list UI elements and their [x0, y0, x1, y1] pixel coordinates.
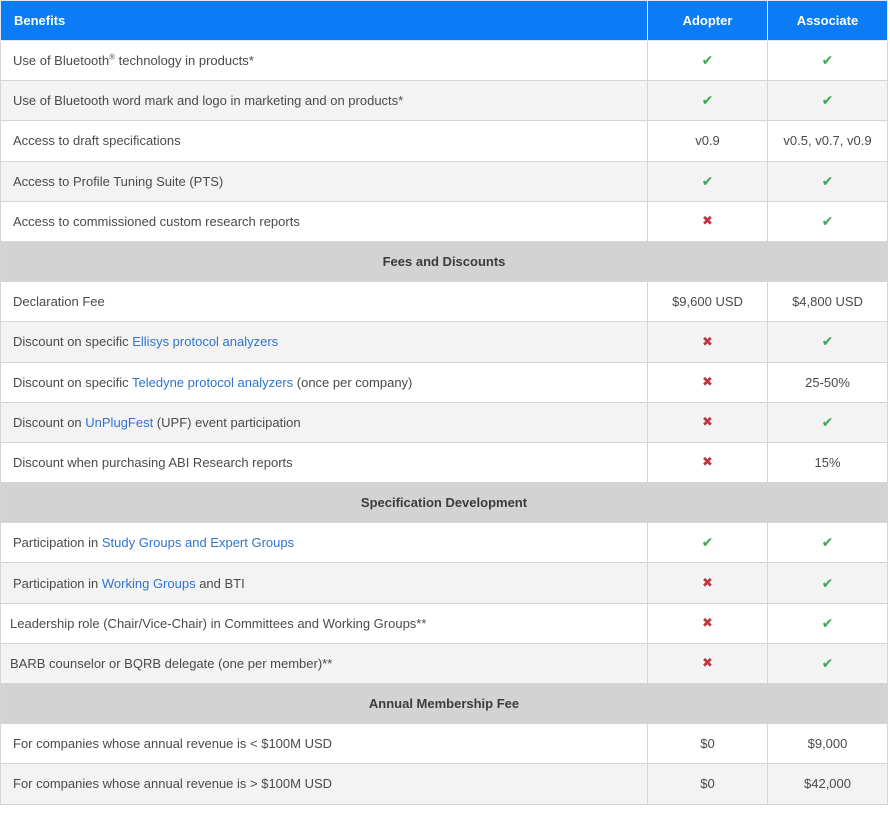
section-header-spec-development: Specification Development: [0, 482, 888, 524]
cross-icon: ✖: [702, 374, 713, 390]
table-row-pts: Access to Profile Tuning Suite (PTS) ✔ ✔: [0, 160, 888, 202]
table-row-revenue-over: For companies whose annual revenue is > …: [0, 763, 888, 805]
table-row-ellisys-discount: Discount on specific Ellisys protocol an…: [0, 321, 888, 363]
cross-icon: ✖: [702, 575, 713, 591]
section-header-fees: Fees and Discounts: [0, 240, 888, 283]
adopter-value: v0.9: [647, 120, 768, 162]
membership-benefits-table: Benefits Adopter Associate Use of Blueto…: [0, 0, 888, 805]
row-label-text: Discount on specific: [13, 374, 132, 390]
adopter-value: $9,600 USD: [647, 281, 768, 323]
cross-icon: ✖: [702, 414, 713, 430]
table-row-leadership-role: Leadership role (Chair/Vice-Chair) in Co…: [0, 602, 888, 644]
row-label: Discount on specific Ellisys protocol an…: [0, 321, 648, 363]
row-label: Discount on UnPlugFest (UPF) event parti…: [0, 401, 648, 443]
row-label: Use of Bluetooth word mark and logo in m…: [0, 80, 648, 122]
header-associate: Associate: [767, 0, 888, 41]
associate-value: $9,000: [767, 723, 888, 765]
study-groups-link[interactable]: Study Groups and Expert Groups: [102, 535, 294, 550]
check-icon: ✔: [821, 172, 834, 189]
adopter-value: $0: [647, 763, 768, 805]
cross-icon: ✖: [702, 333, 713, 349]
table-row-bluetooth-technology: Use of Bluetooth® technology in products…: [0, 39, 888, 82]
table-row-word-mark: Use of Bluetooth word mark and logo in m…: [0, 80, 888, 122]
section-title: Specification Development: [0, 482, 888, 524]
check-icon: ✔: [701, 92, 714, 109]
table-row-working-groups: Participation in Working Groups and BTI …: [0, 562, 888, 604]
table-row-study-groups: Participation in Study Groups and Expert…: [0, 522, 888, 564]
row-label: Access to Profile Tuning Suite (PTS): [0, 160, 648, 202]
check-icon: ✔: [821, 654, 834, 671]
associate-value: $42,000: [767, 763, 888, 805]
associate-value: 25-50%: [767, 361, 888, 403]
table-row-unplugfest-discount: Discount on UnPlugFest (UPF) event parti…: [0, 401, 888, 443]
row-label: Participation in Study Groups and Expert…: [0, 522, 648, 564]
row-label-text: Discount on: [13, 414, 86, 430]
table-row-draft-specs: Access to draft specifications v0.9 v0.5…: [0, 120, 888, 162]
row-label-text-end: (UPF) event participation: [153, 414, 301, 430]
check-icon: ✔: [821, 212, 834, 229]
row-label-text-end: and BTI: [195, 575, 245, 591]
check-icon: ✔: [701, 172, 714, 189]
header-adopter: Adopter: [647, 0, 768, 41]
check-icon: ✔: [821, 92, 834, 109]
unplugfest-link[interactable]: UnPlugFest: [85, 415, 153, 430]
table-row-abi-discount: Discount when purchasing ABI Research re…: [0, 441, 888, 484]
check-icon: ✔: [821, 574, 834, 591]
row-label: For companies whose annual revenue is < …: [0, 723, 648, 765]
row-label: Declaration Fee: [0, 281, 648, 323]
associate-value: $4,800 USD: [767, 281, 888, 323]
table-header-row: Benefits Adopter Associate: [0, 0, 888, 41]
table-row-teledyne-discount: Discount on specific Teledyne protocol a…: [0, 361, 888, 403]
row-label: Access to commissioned custom research r…: [0, 200, 648, 242]
row-label: For companies whose annual revenue is > …: [0, 763, 648, 805]
table-row-revenue-under: For companies whose annual revenue is < …: [0, 723, 888, 765]
row-label-text: Use of Bluetooth: [13, 53, 110, 69]
header-benefits: Benefits: [0, 0, 648, 41]
cross-icon: ✖: [702, 615, 713, 631]
check-icon: ✔: [821, 52, 834, 69]
row-label-text: Discount on specific: [13, 334, 133, 350]
working-groups-link[interactable]: Working Groups: [102, 576, 196, 591]
section-header-annual-fee: Annual Membership Fee: [0, 682, 888, 725]
row-label: BARB counselor or BQRB delegate (one per…: [0, 642, 648, 685]
check-icon: ✔: [821, 534, 834, 551]
cross-icon: ✖: [702, 454, 713, 470]
associate-value: v0.5, v0.7, v0.9: [767, 120, 888, 162]
row-label-text-end: technology in products*: [115, 53, 254, 69]
check-icon: ✔: [821, 333, 834, 350]
table-row-barb-counselor: BARB counselor or BQRB delegate (one per…: [0, 642, 888, 685]
cross-icon: ✖: [702, 213, 713, 229]
table-row-research-reports: Access to commissioned custom research r…: [0, 200, 888, 242]
row-label: Participation in Working Groups and BTI: [0, 562, 648, 604]
check-icon: ✔: [821, 413, 834, 430]
row-label: Leadership role (Chair/Vice-Chair) in Co…: [0, 602, 648, 644]
section-title: Annual Membership Fee: [0, 682, 888, 725]
cross-icon: ✖: [702, 655, 713, 671]
associate-value: 15%: [767, 441, 888, 484]
row-label-text: Participation in: [13, 535, 102, 551]
section-title: Fees and Discounts: [0, 240, 888, 283]
adopter-value: $0: [647, 723, 768, 765]
row-label: Discount on specific Teledyne protocol a…: [0, 361, 648, 403]
check-icon: ✔: [701, 534, 714, 551]
row-label-text: Participation in: [13, 575, 102, 591]
row-label: Access to draft specifications: [0, 120, 648, 162]
teledyne-link[interactable]: Teledyne protocol analyzers: [132, 375, 293, 390]
check-icon: ✔: [821, 614, 834, 631]
row-label: Discount when purchasing ABI Research re…: [0, 441, 648, 484]
row-label-text-end: (once per company): [293, 374, 413, 390]
ellisys-link[interactable]: Ellisys protocol analyzers: [132, 334, 278, 349]
check-icon: ✔: [701, 52, 714, 69]
table-row-declaration-fee: Declaration Fee $9,600 USD $4,800 USD: [0, 281, 888, 323]
row-label: Use of Bluetooth® technology in products…: [0, 39, 648, 82]
